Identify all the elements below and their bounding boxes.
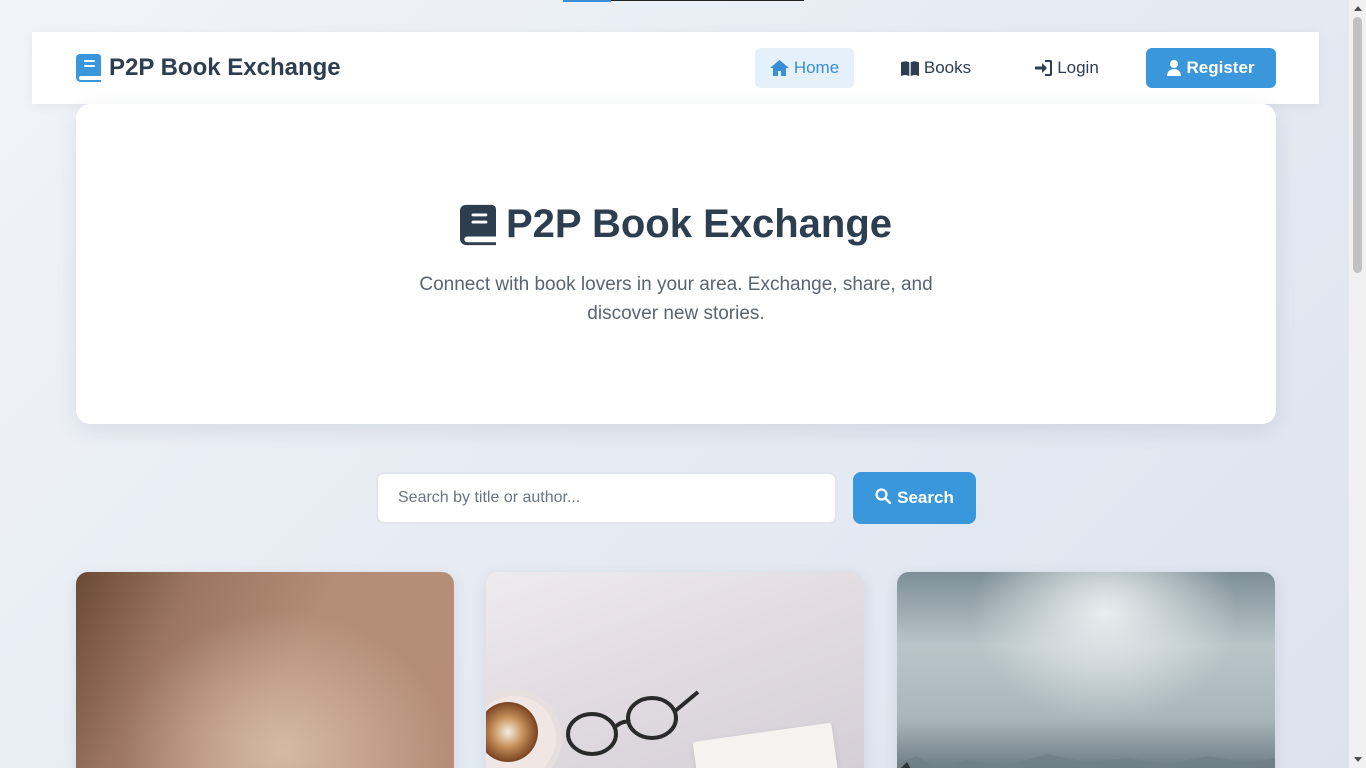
coffee-cup-shape	[486, 690, 562, 768]
search-button-label: Search	[897, 488, 954, 507]
navbar: P2P Book Exchange Home Books Login Regis…	[32, 32, 1319, 104]
scroll-up-arrow-icon[interactable]	[1349, 0, 1366, 17]
search-icon	[875, 487, 892, 509]
page-scrollbar[interactable]	[1349, 0, 1366, 768]
hero-card: P2P Book Exchange Connect with book love…	[76, 104, 1276, 424]
user-icon	[1167, 60, 1182, 76]
coffee-glasses-book-image	[486, 572, 864, 768]
book-card[interactable]	[76, 572, 454, 768]
nav-home[interactable]: Home	[755, 48, 854, 88]
book-card[interactable]	[897, 572, 1275, 768]
sign-in-icon	[1035, 60, 1053, 76]
nav-home-label: Home	[793, 58, 840, 77]
mountain-silhouette	[897, 754, 1275, 768]
register-button-label: Register	[1186, 58, 1255, 77]
brand-link[interactable]: P2P Book Exchange	[76, 32, 341, 104]
hero-title: P2P Book Exchange	[76, 202, 1276, 247]
brand-title: P2P Book Exchange	[109, 54, 341, 81]
hero-subtitle: Connect with book lovers in your area. E…	[419, 274, 933, 324]
book-icon	[459, 204, 496, 246]
brown-gradient-cover-image	[76, 572, 454, 768]
scrollbar-thumb[interactable]	[1353, 17, 1362, 273]
nav-login[interactable]: Login	[1027, 48, 1107, 88]
book-open-icon	[900, 60, 919, 76]
page-load-progress	[563, 0, 804, 2]
hero-title-text: P2P Book Exchange	[505, 202, 893, 246]
nav-books[interactable]: Books	[891, 48, 981, 88]
nav-login-label: Login	[1057, 58, 1099, 77]
book-page-shape	[692, 722, 840, 768]
glasses-shape	[566, 690, 700, 756]
book-icon	[76, 54, 101, 82]
book-card[interactable]	[486, 572, 864, 768]
misty-mountain-image	[897, 572, 1275, 768]
nav-books-label: Books	[923, 58, 972, 77]
page-load-progress-fill	[563, 0, 612, 2]
home-icon	[769, 60, 789, 76]
register-button[interactable]: Register	[1146, 48, 1276, 88]
search-input[interactable]	[376, 472, 837, 524]
search-button[interactable]: Search	[853, 472, 976, 524]
scroll-down-arrow-icon[interactable]	[1349, 751, 1366, 768]
